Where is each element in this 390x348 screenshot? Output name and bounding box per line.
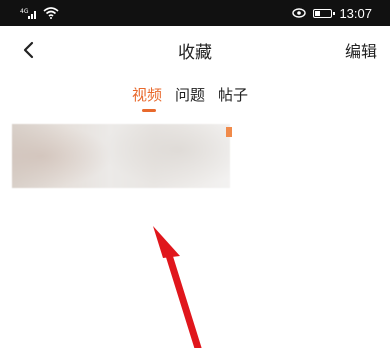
annotation-arrow-shaft: [164, 248, 202, 348]
annotation-arrow: [153, 226, 202, 348]
